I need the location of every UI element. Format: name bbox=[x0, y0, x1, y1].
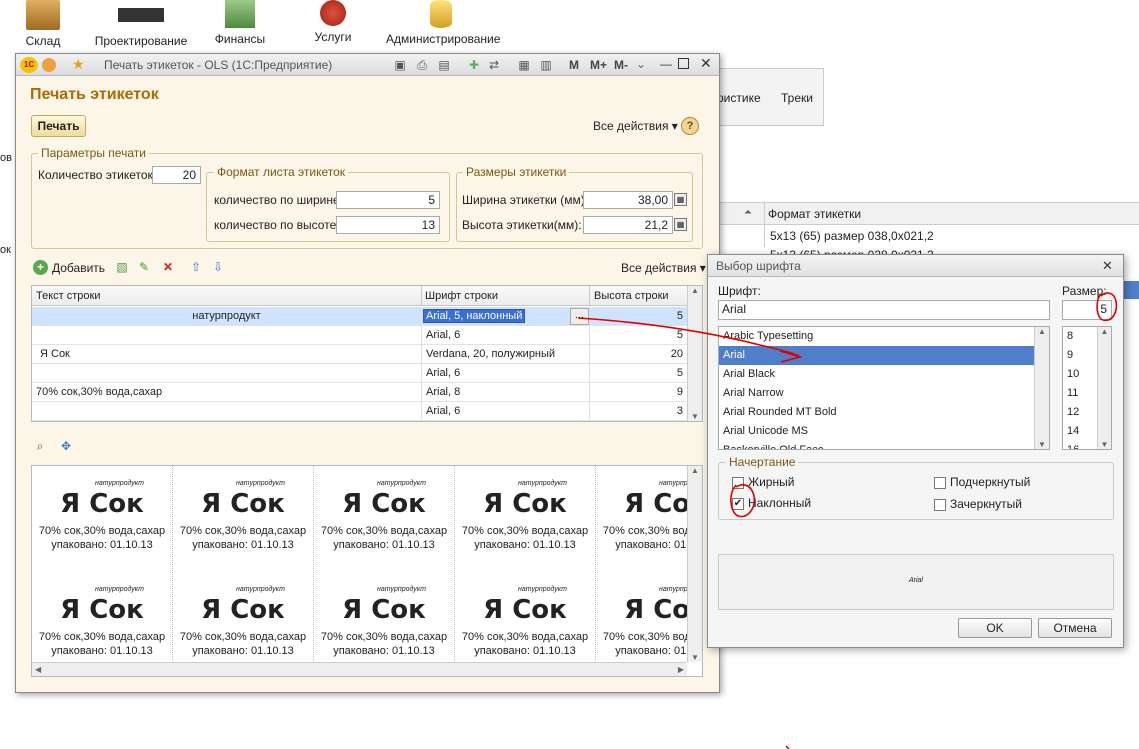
annotation-arrow bbox=[577, 317, 801, 358]
annotation-circle-italic bbox=[730, 484, 756, 518]
red-annotations bbox=[577, 292, 1118, 749]
annotation-circle-size bbox=[1096, 292, 1118, 322]
